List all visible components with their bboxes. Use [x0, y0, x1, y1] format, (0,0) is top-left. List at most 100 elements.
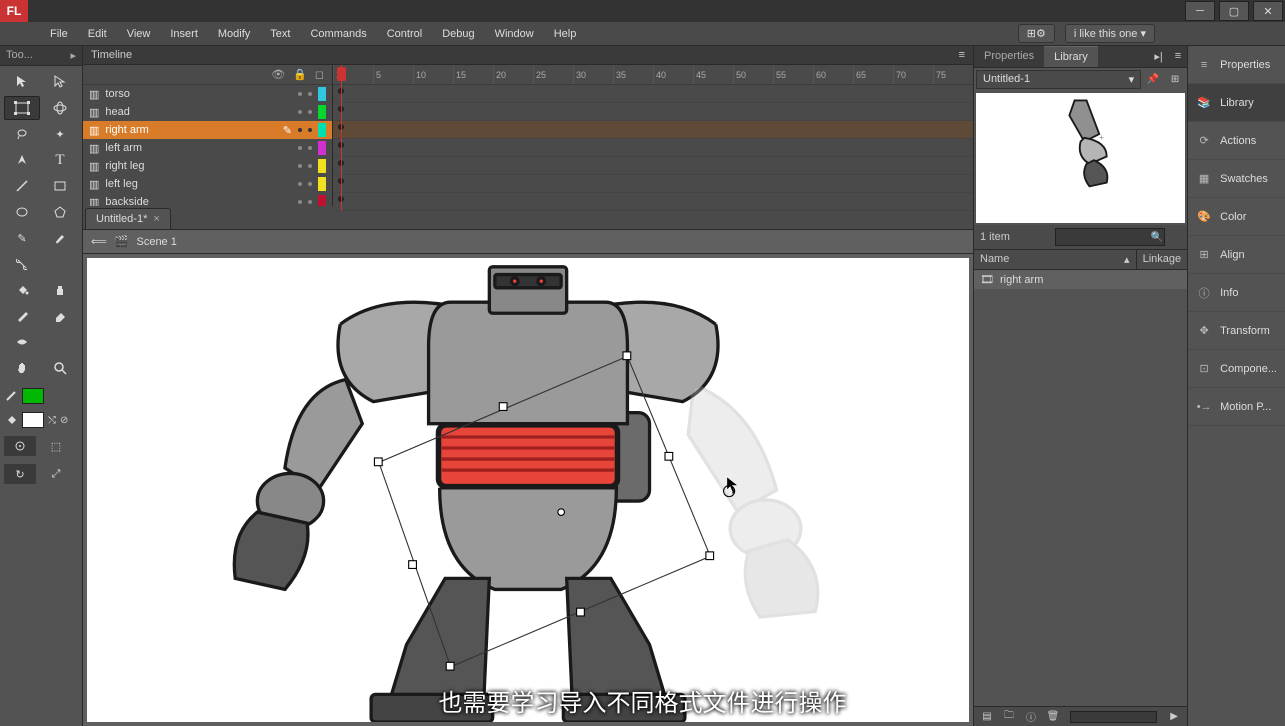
frame-row[interactable] [333, 121, 973, 139]
side-panel-info[interactable]: ⓘInfo [1188, 274, 1285, 312]
stroke-color-swatch[interactable] [22, 388, 44, 404]
menu-control[interactable]: Control [377, 24, 432, 44]
visibility-dot[interactable] [298, 164, 302, 168]
properties-tab[interactable]: Properties [974, 46, 1044, 67]
playhead[interactable] [341, 65, 342, 211]
side-panel-swatches[interactable]: ▦Swatches [1188, 160, 1285, 198]
ruler-tick[interactable]: 10 [413, 65, 453, 84]
side-panel-compone-[interactable]: ⊡Compone... [1188, 350, 1285, 388]
pen-tool[interactable] [4, 148, 40, 172]
ruler-tick[interactable]: 15 [453, 65, 493, 84]
menu-help[interactable]: Help [544, 24, 587, 44]
new-folder-lib-button[interactable]: 🗀 [1000, 708, 1018, 726]
menu-commands[interactable]: Commands [300, 24, 376, 44]
ruler-tick[interactable]: 45 [693, 65, 733, 84]
library-name-column[interactable]: Name ▴ [974, 250, 1136, 269]
magic-wand-tool[interactable]: ✦ [42, 122, 78, 146]
visibility-dot[interactable] [298, 146, 302, 150]
text-tool[interactable]: T [42, 148, 78, 172]
lasso-tool[interactable] [4, 122, 40, 146]
visibility-dot[interactable] [298, 128, 302, 132]
fill-color-swatch[interactable] [22, 412, 44, 428]
library-document-dropdown[interactable]: Untitled-1▾ [976, 70, 1141, 89]
eraser-tool[interactable] [42, 304, 78, 328]
ruler-tick[interactable]: 50 [733, 65, 773, 84]
frame-row[interactable] [333, 193, 973, 211]
snap-to-object-icon[interactable] [4, 436, 36, 456]
ruler-tick[interactable]: 40 [653, 65, 693, 84]
new-library-icon[interactable]: ⊞ [1165, 70, 1185, 88]
frame-row[interactable] [333, 139, 973, 157]
tools-panel-menu-icon[interactable]: ▸ [70, 49, 76, 62]
delete-lib-button[interactable]: 🗑 [1044, 708, 1062, 726]
layer-color-swatch[interactable] [318, 105, 326, 119]
selection-tool[interactable] [4, 70, 40, 94]
oval-tool[interactable] [4, 200, 40, 224]
layer-left-arm[interactable]: ▥left arm [83, 139, 332, 157]
menu-edit[interactable]: Edit [78, 24, 117, 44]
new-symbol-button[interactable]: ▤ [978, 708, 996, 726]
visibility-dot[interactable] [298, 92, 302, 96]
visibility-dot[interactable] [298, 182, 302, 186]
library-scrollbar[interactable] [1070, 711, 1157, 723]
scroll-right-lib[interactable]: ▶ [1165, 708, 1183, 726]
menu-text[interactable]: Text [260, 24, 300, 44]
ruler-tick[interactable]: 35 [613, 65, 653, 84]
ruler-tick[interactable]: 60 [813, 65, 853, 84]
layer-color-swatch[interactable] [318, 159, 326, 173]
side-panel-library[interactable]: 📚Library [1188, 84, 1285, 122]
minimize-button[interactable]: ─ [1185, 1, 1215, 21]
menu-view[interactable]: View [117, 24, 161, 44]
lock-dot[interactable] [308, 92, 312, 96]
rotate-option-icon[interactable]: ↻ [4, 464, 36, 484]
layer-right-leg[interactable]: ▥right leg [83, 157, 332, 175]
panel-menu-icon[interactable]: ≡ [1169, 46, 1187, 67]
ruler-tick[interactable]: 25 [533, 65, 573, 84]
side-panel-align[interactable]: ⊞Align [1188, 236, 1285, 274]
ruler-tick[interactable]: 70 [893, 65, 933, 84]
scale-option-icon[interactable]: ⤢ [40, 464, 72, 484]
side-panel-color[interactable]: 🎨Color [1188, 198, 1285, 236]
close-button[interactable]: ✕ [1253, 1, 1283, 21]
layer-color-swatch[interactable] [318, 177, 326, 191]
no-color-icon[interactable]: ⊘ [60, 415, 68, 426]
side-panel-transform[interactable]: ✥Transform [1188, 312, 1285, 350]
lock-dot[interactable] [308, 146, 312, 150]
library-item[interactable]: 🎞right arm [974, 270, 1187, 289]
option-tool-icon[interactable]: ⬚ [40, 436, 72, 456]
scene-icon[interactable]: 🎬 [115, 235, 129, 248]
hand-tool[interactable] [4, 356, 40, 380]
line-tool[interactable] [4, 174, 40, 198]
library-linkage-column[interactable]: Linkage [1136, 250, 1188, 269]
workspace-dropdown[interactable]: i like this one ▾ [1065, 24, 1155, 43]
lock-dot[interactable] [308, 164, 312, 168]
menu-modify[interactable]: Modify [208, 24, 260, 44]
collapse-panel-icon[interactable]: ▸| [1148, 46, 1168, 67]
bind-tool[interactable] [42, 252, 78, 276]
pencil-tool[interactable]: ✎ [4, 226, 40, 250]
outline-column-icon[interactable]: ◻ [315, 68, 324, 81]
subselection-tool[interactable] [42, 70, 78, 94]
layer-color-swatch[interactable] [318, 123, 326, 137]
eyedropper-tool[interactable] [4, 304, 40, 328]
lock-dot[interactable] [308, 110, 312, 114]
ruler-tick[interactable]: 75 [933, 65, 973, 84]
3d-rotation-tool[interactable] [42, 96, 78, 120]
bone-tool[interactable] [4, 252, 40, 276]
layer-color-swatch[interactable] [318, 141, 326, 155]
polystar-tool[interactable] [42, 200, 78, 224]
ruler-tick[interactable]: 55 [773, 65, 813, 84]
frame-row[interactable] [333, 175, 973, 193]
menu-insert[interactable]: Insert [160, 24, 208, 44]
ruler-tick[interactable]: 30 [573, 65, 613, 84]
ruler-tick[interactable]: 65 [853, 65, 893, 84]
back-icon[interactable]: ⟸ [91, 235, 107, 248]
document-tab[interactable]: Untitled-1* × [85, 208, 171, 229]
workspace-icon-button[interactable]: ⊞⚙ [1018, 24, 1055, 43]
rectangle-tool[interactable] [42, 174, 78, 198]
side-panel-properties[interactable]: ≡Properties [1188, 46, 1285, 84]
layer-head[interactable]: ▥head [83, 103, 332, 121]
visibility-column-icon[interactable]: 👁 [271, 68, 285, 81]
lock-column-icon[interactable]: 🔒 [293, 68, 307, 81]
side-panel-actions[interactable]: ⟳Actions [1188, 122, 1285, 160]
